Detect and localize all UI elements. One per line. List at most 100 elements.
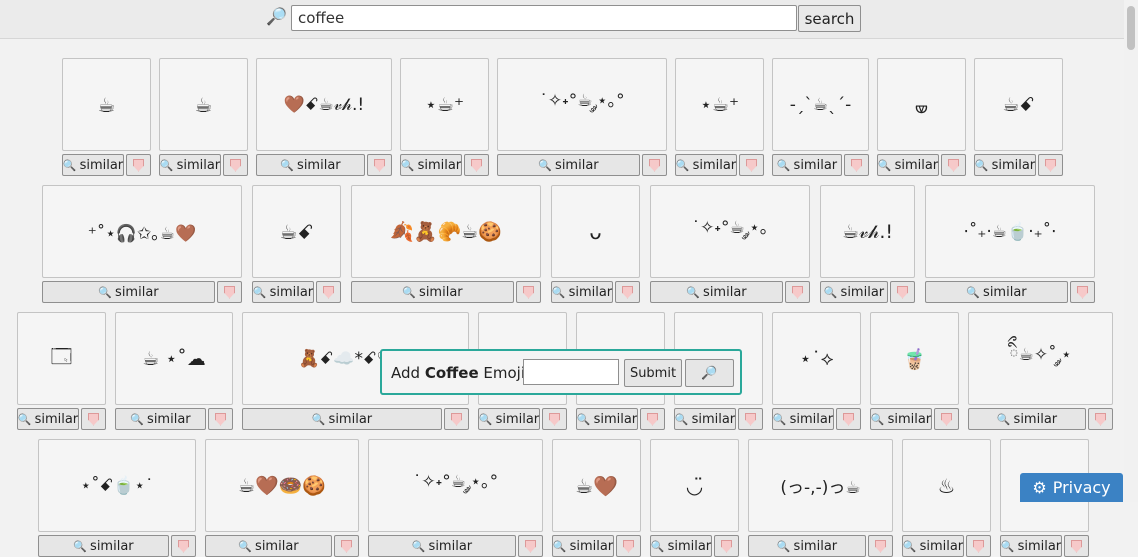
favorite-button[interactable]	[208, 408, 233, 430]
favorite-button[interactable]	[1038, 154, 1063, 176]
emoji-card[interactable]: ☕︎ꗃ	[974, 58, 1063, 151]
add-emoji-search-button[interactable]: 🔎	[685, 359, 734, 387]
favorite-button[interactable]	[966, 535, 991, 557]
favorite-button[interactable]	[1088, 408, 1113, 430]
emoji-card[interactable]: ⁺˚⋆🎧✩｡☕🤎	[42, 185, 242, 278]
emoji-card[interactable]: ⋆☕︎⁺	[675, 58, 764, 151]
similar-button[interactable]: 🔍 similar	[650, 535, 712, 557]
favorite-button[interactable]	[739, 154, 764, 176]
similar-button[interactable]: 🔍 similar	[159, 154, 221, 176]
similar-button[interactable]: 🔍 similar	[17, 408, 79, 430]
similar-button[interactable]: 🔍 similar	[368, 535, 516, 557]
emoji-card[interactable]: ˙✧˖°☕ ༘⋆｡°	[497, 58, 667, 151]
emoji-card[interactable]: -ˏˋ☕ˎˊ-	[772, 58, 869, 151]
add-emoji-input[interactable]	[523, 359, 619, 385]
similar-button[interactable]: 🔍 similar	[42, 281, 215, 303]
favorite-button[interactable]	[223, 154, 248, 176]
favorite-button[interactable]	[714, 535, 739, 557]
emoji-card[interactable]: (っ-,-)っ☕	[748, 439, 893, 532]
emoji-card[interactable]: ☕ꗃ	[252, 185, 341, 278]
favorite-button[interactable]	[836, 408, 861, 430]
favorite-button[interactable]	[367, 154, 392, 176]
similar-button[interactable]: 🔍 similar	[552, 535, 614, 557]
similar-button[interactable]: 🔍 similar	[400, 154, 462, 176]
similar-button[interactable]: 🔍 similar	[351, 281, 514, 303]
search-input[interactable]	[291, 5, 797, 31]
emoji-card[interactable]: ☕	[159, 58, 248, 151]
favorite-button[interactable]	[334, 535, 359, 557]
favorite-button[interactable]	[616, 535, 641, 557]
emoji-card[interactable]: 🍂🧸🥐☕🍪	[351, 185, 541, 278]
favorite-button[interactable]	[518, 535, 543, 557]
emoji-card[interactable]: 🗔	[17, 312, 106, 405]
similar-button[interactable]: 🔍 similar	[650, 281, 783, 303]
favorite-button[interactable]	[941, 154, 966, 176]
emoji-card[interactable]: ☕ ⋆˚☁	[115, 312, 233, 405]
add-emoji-submit-button[interactable]: Submit	[624, 359, 682, 387]
similar-button[interactable]: 🔍 similar	[925, 281, 1068, 303]
favorite-button[interactable]	[542, 408, 567, 430]
similar-button[interactable]: 🔍 similar	[38, 535, 169, 557]
privacy-button[interactable]: ⚙ Privacy	[1020, 473, 1123, 502]
favorite-button[interactable]	[844, 154, 869, 176]
search-button[interactable]: search	[798, 5, 861, 32]
similar-button[interactable]: 🔍 similar	[902, 535, 964, 557]
similar-button[interactable]: 🔍 similar	[748, 535, 866, 557]
favorite-button[interactable]	[1070, 281, 1095, 303]
similar-button[interactable]: 🔍 similar	[772, 408, 834, 430]
emoji-card[interactable]: ˙✧˖°☕ ༘⋆｡°	[368, 439, 543, 532]
favorite-button[interactable]	[868, 535, 893, 557]
similar-button[interactable]: 🔍 similar	[256, 154, 365, 176]
emoji-card[interactable]: ˙✧˖°☕ ༘⋆｡	[650, 185, 810, 278]
similar-button[interactable]: 🔍 similar	[62, 154, 124, 176]
scrollbar-thumb[interactable]	[1127, 6, 1135, 50]
emoji-card[interactable]: ⋆˙⟡	[772, 312, 861, 405]
favorite-button[interactable]	[934, 408, 959, 430]
similar-button[interactable]: 🔍 similar	[1000, 535, 1062, 557]
similar-button[interactable]: 🔍 similar	[115, 408, 206, 430]
similar-button[interactable]: 🔍 similar	[820, 281, 888, 303]
favorite-button[interactable]	[464, 154, 489, 176]
similar-button[interactable]: 🔍 similar	[974, 154, 1036, 176]
similar-button[interactable]: 🔍 similar	[497, 154, 640, 176]
emoji-card[interactable]: ♨	[902, 439, 991, 532]
favorite-button[interactable]	[171, 535, 196, 557]
similar-button[interactable]: 🔍 similar	[675, 154, 737, 176]
similar-button[interactable]: 🔍 similar	[870, 408, 932, 430]
favorite-button[interactable]	[738, 408, 763, 430]
similar-button[interactable]: 🔍 similar	[252, 281, 314, 303]
favorite-button[interactable]	[1064, 535, 1089, 557]
favorite-button[interactable]	[642, 154, 667, 176]
emoji-card[interactable]: ☕🤎	[552, 439, 641, 532]
emoji-card[interactable]: ☕︎	[62, 58, 151, 151]
favorite-button[interactable]	[640, 408, 665, 430]
emoji-card[interactable]: ⋆☕︎⁺	[400, 58, 489, 151]
similar-button[interactable]: 🔍 similar	[772, 154, 842, 176]
emoji-card[interactable]: ◡̈	[650, 439, 739, 532]
favorite-button[interactable]	[217, 281, 242, 303]
emoji-card[interactable]: ⋆˚ꗃ🍵⋆˙	[38, 439, 196, 532]
emoji-card[interactable]: 🧋	[870, 312, 959, 405]
similar-button[interactable]: 🔍 similar	[674, 408, 736, 430]
favorite-button[interactable]	[444, 408, 469, 430]
similar-button[interactable]: 🔍 similar	[968, 408, 1086, 430]
similar-button[interactable]: 🔍 similar	[877, 154, 939, 176]
favorite-button[interactable]	[890, 281, 915, 303]
favorite-button[interactable]	[316, 281, 341, 303]
emoji-card[interactable]: 🤎ꗃ☕︎𝓋𝒽.!	[256, 58, 392, 151]
emoji-card[interactable]: ☕𝓋𝒽.!	[820, 185, 915, 278]
favorite-button[interactable]	[516, 281, 541, 303]
favorite-button[interactable]	[615, 281, 640, 303]
similar-button[interactable]: 🔍 similar	[551, 281, 613, 303]
page-scrollbar[interactable]	[1124, 0, 1138, 502]
emoji-card[interactable]: 🝦	[877, 58, 966, 151]
favorite-button[interactable]	[81, 408, 106, 430]
emoji-card[interactable]: ᴗ	[551, 185, 640, 278]
similar-button[interactable]: 🔍 similar	[576, 408, 638, 430]
emoji-card[interactable]: ☕🤎🍩🍪	[205, 439, 359, 532]
favorite-button[interactable]	[785, 281, 810, 303]
similar-button[interactable]: 🔍 similar	[205, 535, 332, 557]
emoji-card[interactable]: ⋅˚₊‧☕︎🍵‧₊˚⋅	[925, 185, 1095, 278]
similar-button[interactable]: 🔍 similar	[478, 408, 540, 430]
favorite-button[interactable]	[126, 154, 151, 176]
